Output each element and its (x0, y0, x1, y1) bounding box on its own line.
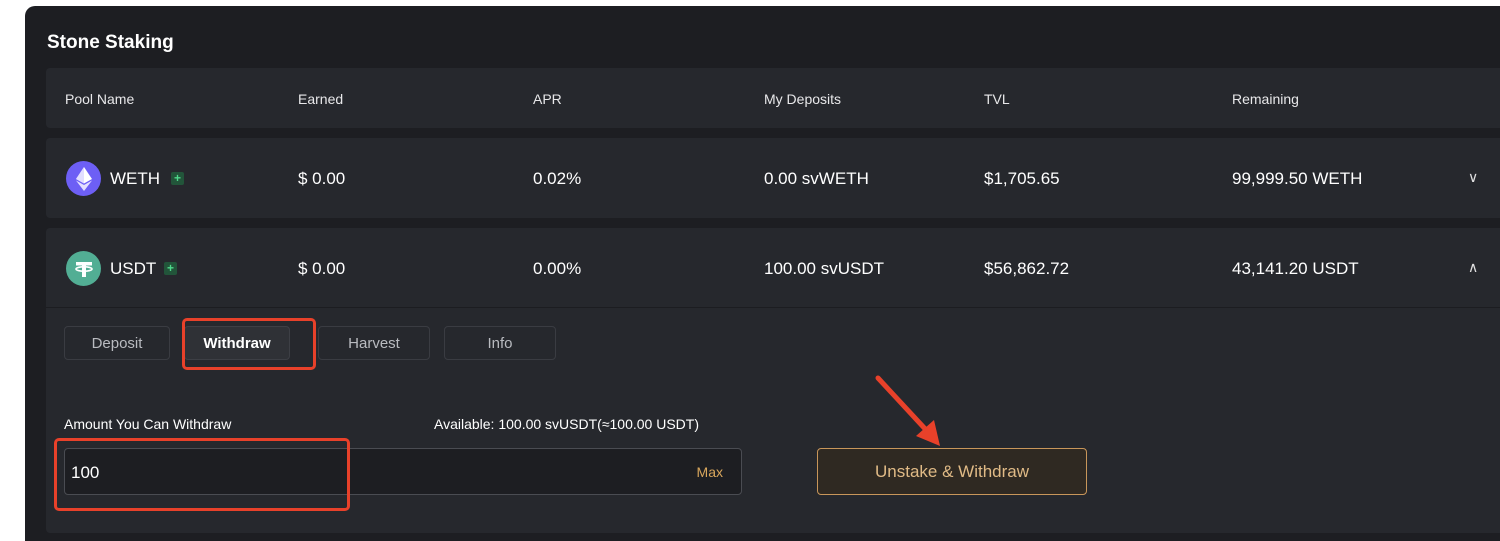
ethereum-icon (66, 161, 101, 196)
deposits-value: 0.00 svWETH (764, 169, 869, 188)
earned-value: $ 0.00 (298, 169, 346, 188)
tab-info[interactable]: Info (444, 326, 556, 360)
header-earned: Earned (298, 91, 344, 107)
remaining-value: 99,999.50 WETH (1232, 169, 1363, 188)
header-pool-name: Pool Name (65, 91, 135, 107)
plus-badge-icon: + (164, 262, 177, 275)
available-balance: Available: 100.00 svUSDT(≈100.00 USDT) (434, 416, 699, 432)
apr-value: 0.02% (533, 169, 582, 188)
panel-title: Stone Staking (47, 32, 174, 53)
earned-value: $ 0.00 (298, 259, 346, 278)
tab-deposit[interactable]: Deposit (64, 326, 170, 360)
annotation-box-amount-input (54, 438, 350, 511)
tab-harvest[interactable]: Harvest (318, 326, 430, 360)
tether-icon (66, 251, 101, 286)
chevron-down-icon[interactable]: ∨ (1468, 169, 1478, 186)
tvl-value: $1,705.65 (984, 169, 1060, 188)
tvl-value: $56,862.72 (984, 259, 1070, 278)
amount-label: Amount You Can Withdraw (64, 416, 232, 432)
max-button[interactable]: Max (697, 464, 723, 480)
remaining-value: 43,141.20 USDT (1232, 259, 1359, 278)
annotation-arrow-icon (875, 375, 940, 446)
chevron-up-icon[interactable]: ∧ (1468, 259, 1478, 276)
header-apr: APR (533, 91, 562, 107)
unstake-withdraw-button[interactable]: Unstake & Withdraw (817, 448, 1087, 495)
pool-row-weth[interactable]: WETH + $ 0.00 0.02% 0.00 svWETH $1,705.6… (46, 138, 1500, 218)
table-header: Pool Name Earned APR My Deposits TVL Rem… (46, 68, 1500, 128)
pool-name: WETH (110, 169, 161, 188)
annotation-box-withdraw-tab (182, 318, 316, 370)
apr-value: 0.00% (533, 259, 582, 278)
plus-badge-icon: + (171, 172, 184, 185)
row-divider (46, 307, 1500, 308)
header-tvl: TVL (984, 91, 1010, 107)
header-my-deposits: My Deposits (764, 91, 842, 107)
deposits-value: 100.00 svUSDT (764, 259, 884, 278)
pool-name: USDT (110, 259, 157, 278)
header-remaining: Remaining (1232, 91, 1299, 107)
